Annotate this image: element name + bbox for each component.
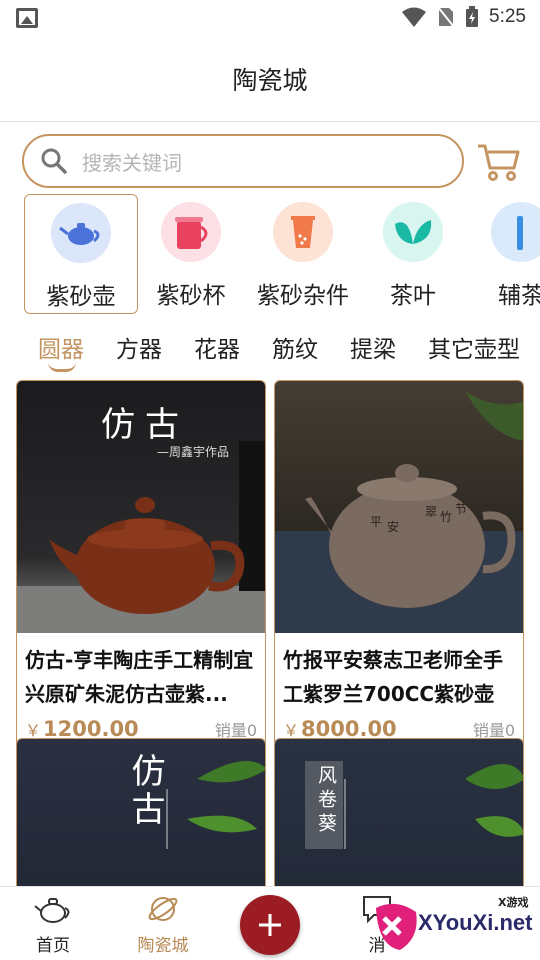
product-image: 翠竹节 平安 [275,381,523,633]
teapot-icon [51,203,111,263]
category-label: 辅茶 [498,283,540,309]
image-title: 仿古 [101,405,189,445]
tab-other-shapes[interactable]: 其它壶型 [428,330,520,364]
cart-button[interactable] [476,140,522,182]
svg-text:竹: 竹 [440,510,452,524]
search-row: 搜索关键词 [22,134,522,188]
gallery-icon [16,8,38,28]
category-zisha-cup[interactable]: 紫砂杯 [134,194,248,314]
product-grid: 仿古 —周鑫宇作品 仿古-亨丰陶庄手工精制宜兴原矿朱泥仿古壶紫... ￥1200… [0,378,540,886]
planet-icon [148,897,178,921]
image-subtitle: —周鑫宇作品 [157,445,230,459]
nav-home[interactable]: 首页 [8,893,98,956]
category-zisha-pot[interactable]: 紫砂壶 [24,194,138,314]
category-label: 紫砂壶 [46,284,116,310]
status-bar: 5:25 [0,0,540,36]
battery-icon [466,6,479,27]
wifi-icon [402,7,427,27]
product-image: 仿古 [17,739,265,886]
home-teapot-icon [34,898,70,923]
svg-text:翠: 翠 [425,505,437,519]
product-card[interactable]: 翠竹节 平安 竹报平安蔡志卫老师全手工紫罗兰700CC紫砂壶 ￥8000.00 … [274,380,524,748]
tab-fangqi[interactable]: 方器 [116,330,162,364]
status-time: 5:25 [489,6,526,27]
category-label: 紫砂杂件 [257,283,349,309]
svg-text:安: 安 [387,519,399,534]
svg-text:节: 节 [455,502,467,516]
tab-jinwen[interactable]: 筋纹 [272,330,318,364]
tab-huaqi[interactable]: 花器 [194,330,240,364]
nav-label: 陶瓷城 [137,936,189,956]
search-input[interactable]: 搜索关键词 [22,134,464,188]
bottom-nav: 首页 陶瓷城 消 XYouXi.net X游戏 [0,886,540,960]
product-card[interactable]: 仿古 —周鑫宇作品 仿古-亨丰陶庄手工精制宜兴原矿朱泥仿古壶紫... ￥1200… [16,380,266,748]
category-label: 茶叶 [390,283,436,309]
image-title: 仿古 [125,753,165,829]
nav-ceramics-city[interactable]: 陶瓷城 [118,893,208,956]
tea-leaf-icon [383,202,443,262]
search-placeholder: 搜索关键词 [82,150,182,175]
category-tea-tools[interactable]: 辅茶 [464,194,540,314]
add-button[interactable] [240,895,300,955]
tab-tiliang[interactable]: 提梁 [350,330,396,364]
nav-label: 首页 [36,936,70,956]
teapot-photo: 翠竹节 平安 [275,391,523,633]
watermark-logo: XYouXi.net X游戏 [370,892,540,956]
plus-icon [259,914,281,936]
search-icon [41,148,67,174]
product-name: 仿古-亨丰陶庄手工精制宜兴原矿朱泥仿古壶紫... [25,648,254,706]
cart-icon [478,144,520,181]
product-card[interactable]: 风卷葵 [274,738,524,886]
category-row: 紫砂壶 紫砂杯 紫砂杂件 茶叶 辅茶 [24,194,540,316]
product-name: 竹报平安蔡志卫老师全手工紫罗兰700CC紫砂壶 [283,648,503,706]
image-title: 风卷葵 [315,765,337,837]
category-zisha-accessory[interactable]: 紫砂杂件 [246,194,360,314]
product-card[interactable]: 仿古 [16,738,266,886]
tool-icon [491,202,540,262]
accessory-icon [273,202,333,262]
tab-indicator [48,362,76,372]
cup-icon [161,202,221,262]
no-sim-icon [437,6,455,28]
svg-text:平: 平 [370,515,382,529]
shape-tabs: 圆器 方器 花器 筋纹 提梁 其它壶型 [0,326,540,372]
title-bar: 陶瓷城 [0,36,540,122]
page-title: 陶瓷城 [232,65,308,95]
product-image: 风卷葵 [275,739,523,886]
category-label: 紫砂杯 [156,283,226,309]
tab-yuanqi[interactable]: 圆器 [38,330,84,364]
category-tea[interactable]: 茶叶 [356,194,470,314]
product-image: 仿古 —周鑫宇作品 [17,381,265,633]
